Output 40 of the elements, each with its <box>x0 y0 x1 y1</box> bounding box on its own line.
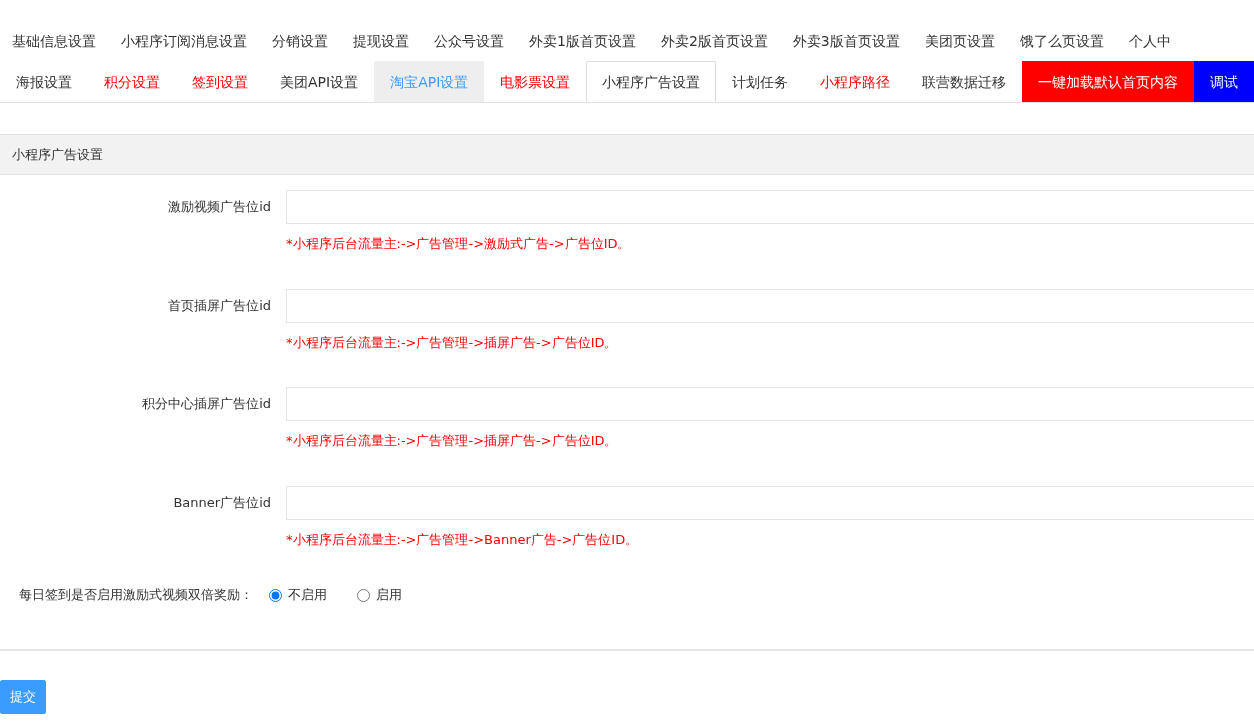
field-label: 激励视频广告位id <box>167 198 272 216</box>
nav-link[interactable]: 外卖2版首页设置 <box>648 30 781 52</box>
action-button[interactable]: 一键加载默认首页内容 <box>1022 61 1195 102</box>
tab[interactable]: 联营数据迁移 <box>906 61 1023 102</box>
action-button[interactable]: 调试 <box>1194 61 1254 102</box>
tab[interactable]: 小程序广告设置 <box>586 61 717 102</box>
tab[interactable]: 计划任务 <box>716 61 805 102</box>
nav-link[interactable]: 外卖1版首页设置 <box>517 30 649 52</box>
tab[interactable]: 美团API设置 <box>264 61 375 102</box>
tab[interactable]: 签到设置 <box>176 61 264 102</box>
panel-header: 小程序广告设置 <box>0 134 1254 175</box>
hint-text: *小程序后台流量主:->广告管理->插屏广告->广告位ID。 <box>286 432 619 450</box>
hint-text: *小程序后台流量主:->广告管理->Banner广告->广告位ID。 <box>286 530 640 549</box>
radio-label: 不启用 <box>288 586 327 605</box>
field-label: Banner广告位id <box>172 493 272 512</box>
radio-group-label: 每日签到是否启用激励式视频双倍奖励： <box>19 586 253 605</box>
input-field[interactable] <box>286 485 1254 520</box>
field-label: 首页插屏广告位id <box>167 296 272 315</box>
nav-link[interactable]: 基础信息设置 <box>0 30 109 52</box>
nav-link[interactable]: 饿了么页设置 <box>1007 30 1117 52</box>
hint-text: *小程序后台流量主:->广告管理->插屏广告->广告位ID。 <box>286 333 619 352</box>
input-field[interactable] <box>286 387 1254 421</box>
input-field[interactable] <box>286 288 1254 323</box>
nav-link[interactable]: 分销设置 <box>260 30 341 52</box>
tab[interactable]: 海报设置 <box>0 61 88 102</box>
nav-link[interactable]: 小程序订阅消息设置 <box>109 30 260 52</box>
tab[interactable]: 电影票设置 <box>484 61 587 102</box>
field-label: 积分中心插屏广告位id <box>141 395 272 413</box>
tab[interactable]: 小程序路径 <box>804 61 907 102</box>
radio-button[interactable] <box>357 588 370 602</box>
radio-button[interactable] <box>269 588 282 602</box>
input-field[interactable] <box>286 190 1254 224</box>
nav-link[interactable]: 美团页设置 <box>912 30 1008 52</box>
nav-link[interactable]: 提现设置 <box>341 30 422 52</box>
nav-link[interactable]: 公众号设置 <box>422 30 517 52</box>
tab[interactable]: 积分设置 <box>88 61 176 102</box>
nav-link[interactable]: 外卖3版首页设置 <box>780 30 913 52</box>
radio-label: 启用 <box>376 586 402 605</box>
nav-link[interactable]: 个人中 <box>1116 30 1184 52</box>
hint-text: *小程序后台流量主:->广告管理->激励式广告->广告位ID。 <box>286 235 632 253</box>
